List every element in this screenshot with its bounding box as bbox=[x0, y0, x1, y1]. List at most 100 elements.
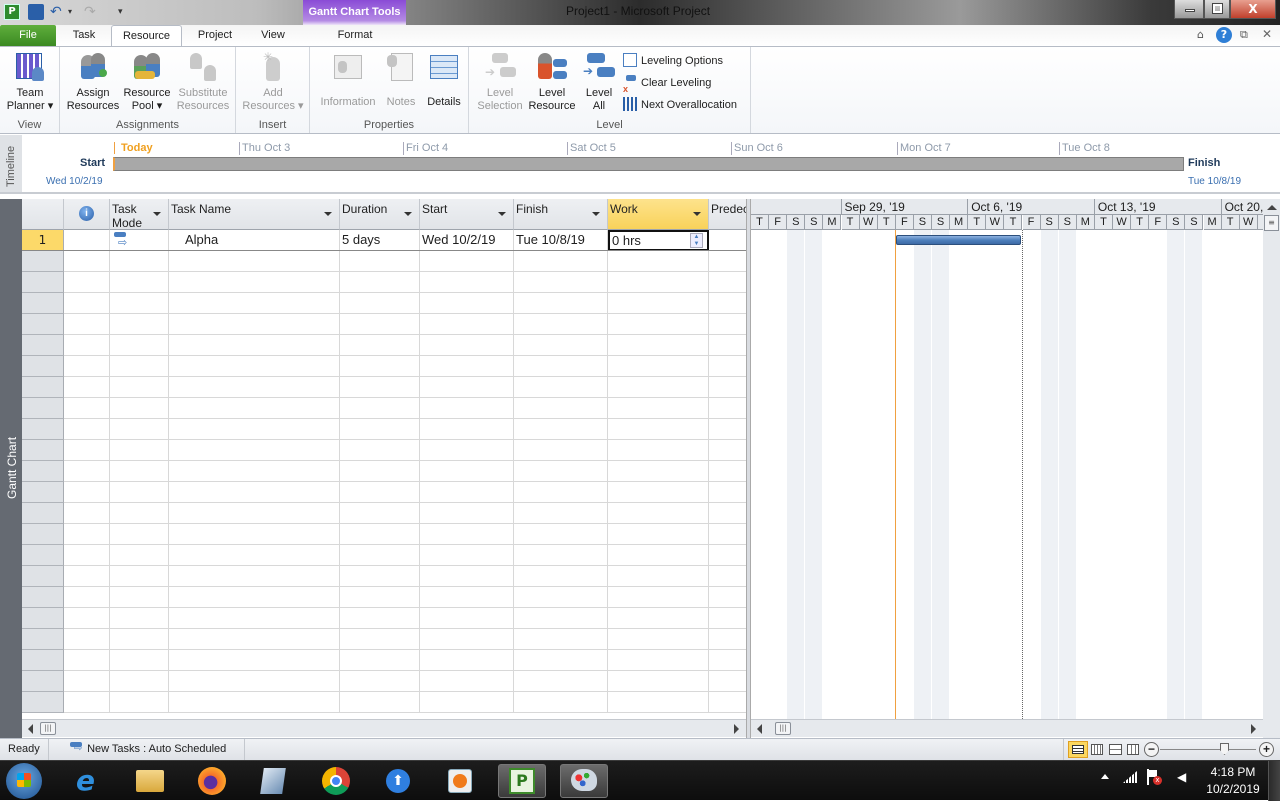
empty-cell[interactable] bbox=[110, 650, 169, 671]
empty-cell[interactable] bbox=[514, 608, 608, 629]
finish-cell[interactable]: Tue 10/8/19 bbox=[514, 230, 608, 251]
empty-cell[interactable] bbox=[169, 524, 340, 545]
row-header[interactable] bbox=[22, 629, 64, 650]
restore-button[interactable] bbox=[1204, 0, 1230, 19]
empty-cell[interactable] bbox=[110, 692, 169, 713]
row-header[interactable] bbox=[22, 272, 64, 293]
row-header[interactable] bbox=[22, 440, 64, 461]
tab-file[interactable]: File bbox=[0, 25, 56, 46]
empty-cell[interactable] bbox=[608, 608, 709, 629]
substitute-resources-button[interactable]: Substitute Resources bbox=[173, 51, 233, 113]
work-spinner[interactable]: ▲ ▼ bbox=[690, 233, 703, 248]
timescale-week[interactable]: Oct 13, '19 bbox=[1094, 199, 1222, 215]
empty-cell[interactable] bbox=[110, 608, 169, 629]
empty-cell[interactable] bbox=[709, 524, 746, 545]
timescale-day[interactable]: W bbox=[859, 215, 878, 230]
chevron-down-icon[interactable] bbox=[153, 212, 161, 216]
empty-cell[interactable] bbox=[709, 566, 746, 587]
empty-cell[interactable] bbox=[709, 482, 746, 503]
empty-cell[interactable] bbox=[514, 398, 608, 419]
empty-cell[interactable] bbox=[340, 650, 420, 671]
scroll-thumb[interactable]: ||| bbox=[775, 722, 791, 735]
row-header[interactable] bbox=[22, 461, 64, 482]
empty-cell[interactable] bbox=[169, 398, 340, 419]
empty-cell[interactable] bbox=[514, 566, 608, 587]
timescale-week[interactable]: Oct 20, '19 bbox=[1221, 199, 1263, 215]
empty-cell[interactable] bbox=[514, 440, 608, 461]
empty-cell[interactable] bbox=[420, 461, 514, 482]
empty-cell[interactable] bbox=[420, 272, 514, 293]
volume-icon[interactable]: ◀ bbox=[1177, 770, 1186, 784]
timescale-day[interactable]: F bbox=[895, 215, 914, 230]
empty-cell[interactable] bbox=[64, 608, 110, 629]
empty-cell[interactable] bbox=[64, 692, 110, 713]
empty-cell[interactable] bbox=[420, 692, 514, 713]
row-header[interactable]: 1 bbox=[22, 230, 64, 251]
empty-cell[interactable] bbox=[169, 671, 340, 692]
timescale-day[interactable]: S bbox=[1058, 215, 1077, 230]
empty-cell[interactable] bbox=[169, 419, 340, 440]
empty-cell[interactable] bbox=[709, 671, 746, 692]
empty-cell[interactable] bbox=[608, 482, 709, 503]
add-resources-button[interactable]: ✳ Add Resources ▾ bbox=[242, 51, 304, 113]
empty-cell[interactable] bbox=[420, 440, 514, 461]
save-icon[interactable] bbox=[28, 4, 44, 20]
undo-dropdown-icon[interactable]: ▾ bbox=[68, 4, 84, 20]
empty-cell[interactable] bbox=[169, 272, 340, 293]
scroll-thumb[interactable]: ≡ bbox=[1264, 215, 1279, 231]
empty-cell[interactable] bbox=[608, 503, 709, 524]
empty-cell[interactable] bbox=[64, 524, 110, 545]
empty-cell[interactable] bbox=[709, 377, 746, 398]
empty-cell[interactable] bbox=[514, 524, 608, 545]
empty-cell[interactable] bbox=[514, 293, 608, 314]
level-selection-button[interactable]: ➔ Level Selection bbox=[474, 51, 526, 113]
row-header[interactable] bbox=[22, 251, 64, 272]
empty-cell[interactable] bbox=[608, 524, 709, 545]
empty-cell[interactable] bbox=[420, 608, 514, 629]
empty-cell[interactable] bbox=[709, 398, 746, 419]
work-cell[interactable]: 0 hrs ▲ ▼ bbox=[608, 230, 709, 251]
timeline-side-label[interactable]: Timeline bbox=[0, 135, 22, 192]
empty-cell[interactable] bbox=[608, 314, 709, 335]
chart-vertical-scrollbar[interactable]: ≡ bbox=[1263, 199, 1280, 738]
empty-cell[interactable] bbox=[420, 671, 514, 692]
notepad-icon[interactable] bbox=[250, 764, 298, 798]
firefox-icon[interactable] bbox=[188, 764, 236, 798]
empty-cell[interactable] bbox=[608, 335, 709, 356]
row-header[interactable] bbox=[22, 356, 64, 377]
empty-cell[interactable] bbox=[420, 314, 514, 335]
empty-cell[interactable] bbox=[608, 293, 709, 314]
scroll-right-icon[interactable] bbox=[734, 724, 739, 734]
timeline-bar[interactable] bbox=[113, 157, 1184, 171]
internet-explorer-icon[interactable]: e bbox=[66, 764, 114, 798]
details-button[interactable]: Details bbox=[422, 51, 466, 109]
timescale-day[interactable]: S bbox=[787, 215, 806, 230]
timescale-day[interactable]: M bbox=[823, 215, 842, 230]
timescale-day[interactable]: T bbox=[751, 215, 770, 230]
row-header[interactable] bbox=[22, 293, 64, 314]
empty-cell[interactable] bbox=[514, 335, 608, 356]
empty-cell[interactable] bbox=[110, 587, 169, 608]
empty-cell[interactable] bbox=[340, 482, 420, 503]
timescale-day[interactable]: S bbox=[1185, 215, 1204, 230]
chevron-down-icon[interactable] bbox=[404, 212, 412, 216]
empty-cell[interactable] bbox=[64, 629, 110, 650]
empty-cell[interactable] bbox=[608, 251, 709, 272]
empty-cell[interactable] bbox=[340, 377, 420, 398]
scroll-left-icon[interactable] bbox=[757, 724, 762, 734]
empty-cell[interactable] bbox=[169, 545, 340, 566]
empty-cell[interactable] bbox=[340, 629, 420, 650]
empty-cell[interactable] bbox=[709, 251, 746, 272]
customize-qat-icon[interactable]: ▾ bbox=[118, 4, 134, 20]
column-header-start[interactable]: Start bbox=[420, 199, 514, 230]
scroll-left-icon[interactable] bbox=[28, 724, 33, 734]
work-input[interactable]: 0 hrs bbox=[612, 233, 641, 248]
empty-cell[interactable] bbox=[514, 587, 608, 608]
empty-cell[interactable] bbox=[709, 650, 746, 671]
empty-cell[interactable] bbox=[514, 419, 608, 440]
empty-cell[interactable] bbox=[420, 482, 514, 503]
empty-cell[interactable] bbox=[608, 587, 709, 608]
table-horizontal-scrollbar[interactable]: ||| bbox=[22, 719, 746, 737]
empty-cell[interactable] bbox=[110, 566, 169, 587]
empty-cell[interactable] bbox=[514, 503, 608, 524]
